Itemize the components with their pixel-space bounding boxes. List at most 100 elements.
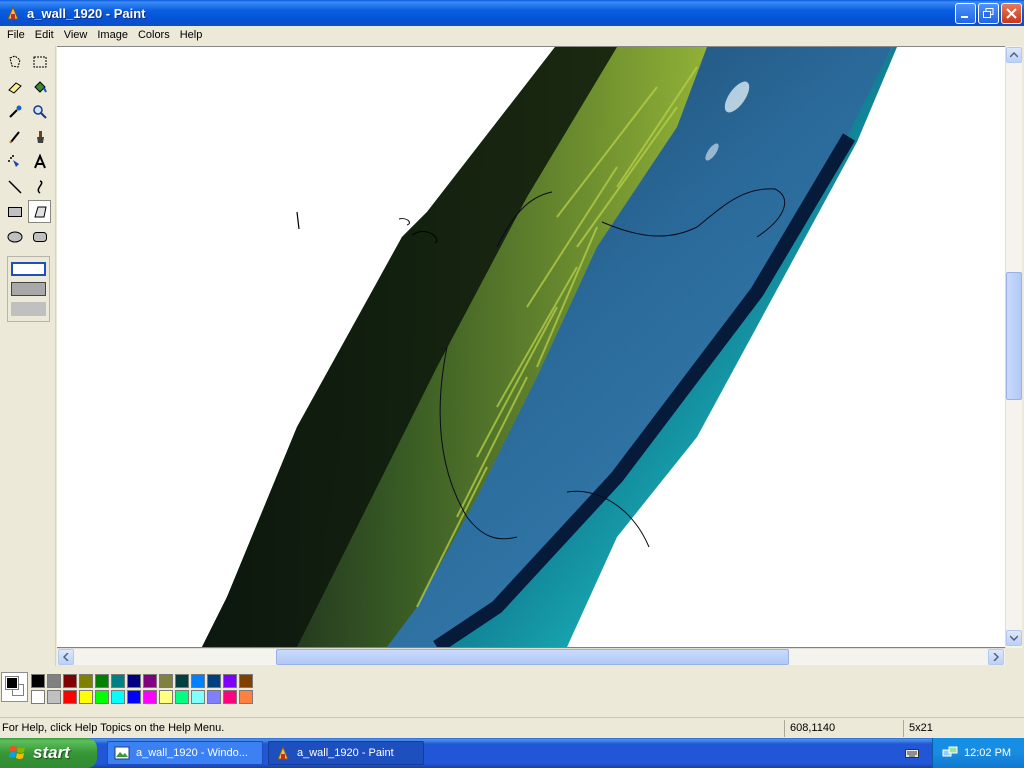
palette-swatch[interactable] [47,690,61,704]
palette-swatch[interactable] [223,674,237,688]
fill-only-option[interactable] [11,302,46,316]
palette-swatch[interactable] [239,690,253,704]
outline-fill-option[interactable] [11,282,46,296]
minimize-icon [961,16,968,18]
menu-help[interactable]: Help [175,27,208,44]
palette-swatch[interactable] [79,674,93,688]
text-tool[interactable] [28,150,51,173]
magnifier-icon [32,104,47,119]
line-tool[interactable] [3,175,26,198]
current-colors-indicator[interactable] [1,672,28,702]
palette-swatch[interactable] [191,690,205,704]
windows-logo-icon [9,746,25,759]
palette-swatch[interactable] [63,674,77,688]
polygon-tool[interactable] [28,200,51,223]
palette-swatch[interactable] [143,674,157,688]
clock[interactable]: 12:02 PM [964,747,1011,759]
palette-swatch[interactable] [175,674,189,688]
palette-swatch[interactable] [159,674,173,688]
canvas-area [57,46,1005,648]
menu-edit[interactable]: Edit [30,27,59,44]
taskbar: start a_wall_1920 - Windo... a_wall_1920… [0,738,1024,768]
select-tool[interactable] [28,50,51,73]
scroll-left-button[interactable] [58,649,74,665]
horizontal-scroll-thumb[interactable] [276,649,789,665]
brush-tool[interactable] [28,125,51,148]
menu-view[interactable]: View [59,27,93,44]
paint-app-icon [277,745,289,760]
status-coordinates: 608,1140 [790,722,836,734]
airbrush-tool[interactable] [3,150,26,173]
menu-image[interactable]: Image [92,27,133,44]
pick-color-tool[interactable] [3,100,26,123]
keyboard-icon[interactable] [905,746,919,760]
network-icon[interactable] [942,745,958,761]
horizontal-scrollbar[interactable] [57,648,1005,665]
status-selection-size: 5x21 [909,722,933,734]
status-divider [784,720,785,737]
palette-swatch[interactable] [111,674,125,688]
palette-swatch[interactable] [95,690,109,704]
taskbar-item-paint[interactable]: a_wall_1920 - Paint [268,741,424,765]
palette-swatch[interactable] [31,690,45,704]
arrow-left-icon [63,653,69,661]
foreground-color [5,676,19,690]
rectangle-icon [7,206,22,217]
scroll-down-button[interactable] [1006,630,1022,646]
palette-swatch[interactable] [127,674,141,688]
palette-swatch[interactable] [79,690,93,704]
menu-bar: File Edit View Image Colors Help [0,26,1024,45]
palette-swatch[interactable] [207,690,221,704]
palette-swatch[interactable] [47,674,61,688]
status-help-text: For Help, click Help Topics on the Help … [2,722,225,734]
minimize-button[interactable] [955,3,976,24]
status-divider [903,720,904,737]
drawing-canvas[interactable] [57,47,1005,648]
rounded-rectangle-icon [32,231,47,242]
taskbar-item-label: a_wall_1920 - Paint [297,747,394,759]
vertical-scroll-thumb[interactable] [1006,272,1022,400]
palette-swatch[interactable] [159,690,173,704]
fill-with-color-tool[interactable] [28,75,51,98]
menu-file[interactable]: File [2,27,30,44]
arrow-up-icon [1010,52,1018,58]
palette-swatch[interactable] [207,674,221,688]
ellipse-icon [7,231,22,242]
scroll-right-button[interactable] [988,649,1004,665]
palette-swatch[interactable] [143,690,157,704]
palette-swatch[interactable] [175,690,189,704]
palette-swatch[interactable] [63,690,77,704]
scroll-up-button[interactable] [1006,47,1022,63]
eraser-tool[interactable] [3,75,26,98]
taskbar-item-picture-viewer[interactable]: a_wall_1920 - Windo... [107,741,263,765]
scrollbar-corner [1005,648,1022,665]
close-button[interactable] [1001,3,1022,24]
restore-button[interactable] [978,3,999,24]
tool-box [0,46,56,666]
rectangle-tool[interactable] [3,200,26,223]
outline-only-option[interactable] [11,262,46,276]
pencil-tool[interactable] [3,125,26,148]
window-title: a_wall_1920 - Paint [27,5,146,21]
palette-swatch[interactable] [191,674,205,688]
start-button[interactable]: start [0,738,97,768]
vertical-scrollbar[interactable] [1005,46,1022,648]
palette-swatch[interactable] [239,674,253,688]
ellipse-tool[interactable] [3,225,26,248]
brush-icon [36,130,44,143]
start-label: start [33,743,70,762]
magnifier-tool[interactable] [28,100,51,123]
palette-swatch[interactable] [223,690,237,704]
arrow-down-icon [1010,635,1018,641]
palette-swatch[interactable] [127,690,141,704]
title-bar[interactable]: a_wall_1920 - Paint [0,0,1024,26]
palette-swatch[interactable] [31,674,45,688]
menu-colors[interactable]: Colors [133,27,175,44]
palette-swatch[interactable] [111,690,125,704]
rounded-rectangle-tool[interactable] [28,225,51,248]
curve-tool[interactable] [28,175,51,198]
palette-swatch[interactable] [95,674,109,688]
taskbar-item-label: a_wall_1920 - Windo... [136,747,248,759]
tool-options-box [7,256,50,322]
free-form-select-tool[interactable] [3,50,26,73]
